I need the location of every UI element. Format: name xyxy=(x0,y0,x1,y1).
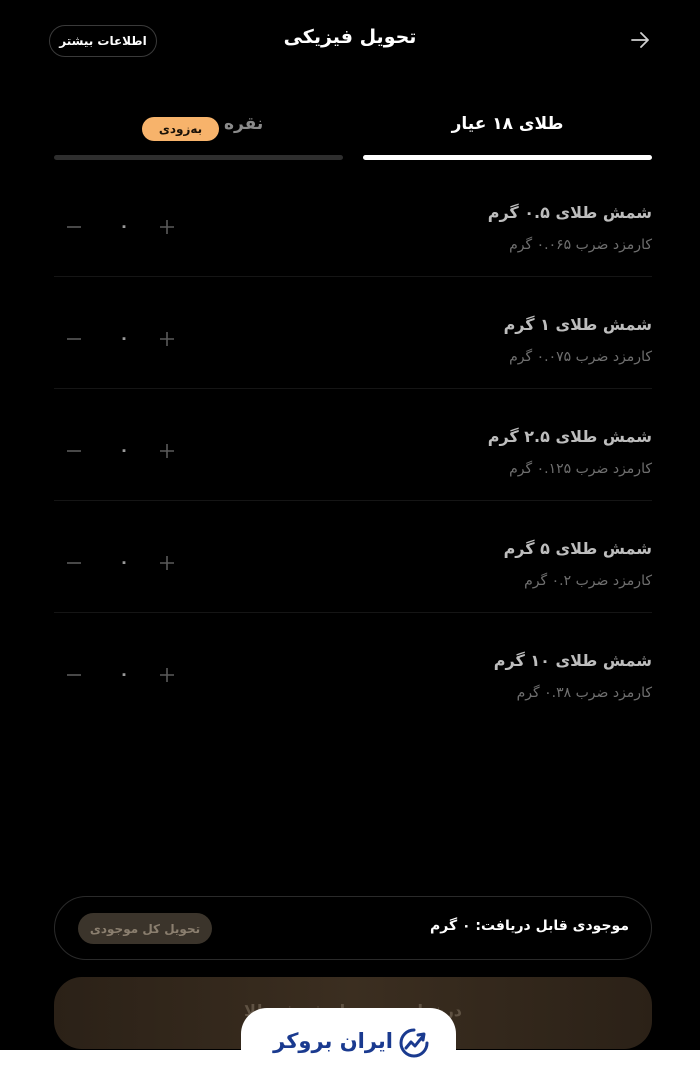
tab-label: نقره xyxy=(224,114,264,134)
chart-trend-icon xyxy=(399,1028,429,1058)
quantity-stepper: ۰ xyxy=(62,215,182,239)
decrement-button[interactable] xyxy=(62,551,86,575)
product-row: شمش طلای ۰.۵ گرم کارمزد ضرب ۰.۰۶۵ گرم ۰ xyxy=(54,165,652,277)
balance-box: موجودی قابل دریافت: ۰ گرم تحویل کل موجود… xyxy=(54,896,652,960)
plus-icon xyxy=(160,668,174,682)
header: تحویل فیزیکی اطلاعات بیشتر xyxy=(0,0,700,82)
product-fee: کارمزد ضرب ۰.۲ گرم xyxy=(524,573,652,589)
product-fee: کارمزد ضرب ۰.۰۶۵ گرم xyxy=(509,237,652,253)
quantity-value: ۰ xyxy=(119,664,129,683)
plus-icon xyxy=(160,332,174,346)
coming-soon-badge: به‌زودی xyxy=(142,117,219,141)
deliver-all-button[interactable]: تحویل کل موجودی xyxy=(78,913,212,944)
tab-gold-18k[interactable]: طلای ۱۸ عیار xyxy=(363,104,652,162)
increment-button[interactable] xyxy=(155,663,179,687)
product-row: شمش طلای ۵ گرم کارمزد ضرب ۰.۲ گرم ۰ xyxy=(54,501,652,613)
minus-icon xyxy=(67,562,81,564)
available-balance: موجودی قابل دریافت: ۰ گرم xyxy=(429,918,629,934)
tab-active-indicator xyxy=(363,155,652,160)
tab-silver[interactable]: نقره به‌زودی xyxy=(54,104,343,162)
quantity-stepper: ۰ xyxy=(62,439,182,463)
more-info-button[interactable]: اطلاعات بیشتر xyxy=(49,25,157,57)
decrement-button[interactable] xyxy=(62,215,86,239)
decrement-button[interactable] xyxy=(62,439,86,463)
quantity-value: ۰ xyxy=(119,328,129,347)
product-fee: کارمزد ضرب ۰.۰۷۵ گرم xyxy=(509,349,652,365)
increment-button[interactable] xyxy=(155,327,179,351)
product-name: شمش طلای ۱۰ گرم xyxy=(493,651,652,670)
decrement-button[interactable] xyxy=(62,663,86,687)
product-name: شمش طلای ۲.۵ گرم xyxy=(487,427,652,446)
minus-icon xyxy=(67,674,81,676)
watermark-logo: ایران بروکر xyxy=(269,1028,429,1058)
product-row: شمش طلای ۲.۵ گرم کارمزد ضرب ۰.۱۲۵ گرم ۰ xyxy=(54,389,652,501)
product-list: شمش طلای ۰.۵ گرم کارمزد ضرب ۰.۰۶۵ گرم ۰ … xyxy=(54,165,652,725)
product-fee: کارمزد ضرب ۰.۳۸ گرم xyxy=(516,685,652,701)
plus-icon xyxy=(160,220,174,234)
product-row: شمش طلای ۱۰ گرم کارمزد ضرب ۰.۳۸ گرم ۰ xyxy=(54,613,652,725)
decrement-button[interactable] xyxy=(62,327,86,351)
plus-icon xyxy=(160,444,174,458)
quantity-stepper: ۰ xyxy=(62,327,182,351)
plus-icon xyxy=(160,556,174,570)
increment-button[interactable] xyxy=(155,439,179,463)
quantity-stepper: ۰ xyxy=(62,551,182,575)
product-row: شمش طلای ۱ گرم کارمزد ضرب ۰.۰۷۵ گرم ۰ xyxy=(54,277,652,389)
watermark: ایران بروکر xyxy=(241,1008,456,1078)
product-fee: کارمزد ضرب ۰.۱۲۵ گرم xyxy=(509,461,652,477)
quantity-value: ۰ xyxy=(119,440,129,459)
watermark-text: ایران بروکر xyxy=(273,1029,393,1053)
tab-inactive-indicator xyxy=(54,155,343,160)
quantity-stepper: ۰ xyxy=(62,663,182,687)
increment-button[interactable] xyxy=(155,551,179,575)
tab-label: طلای ۱۸ عیار xyxy=(451,114,564,134)
product-name: شمش طلای ۱ گرم xyxy=(503,315,652,334)
minus-icon xyxy=(67,450,81,452)
product-name: شمش طلای ۵ گرم xyxy=(503,539,652,558)
minus-icon xyxy=(67,226,81,228)
increment-button[interactable] xyxy=(155,215,179,239)
quantity-value: ۰ xyxy=(119,216,129,235)
tabs: طلای ۱۸ عیار نقره به‌زودی xyxy=(54,104,652,162)
minus-icon xyxy=(67,338,81,340)
product-name: شمش طلای ۰.۵ گرم xyxy=(487,203,652,222)
quantity-value: ۰ xyxy=(119,552,129,571)
